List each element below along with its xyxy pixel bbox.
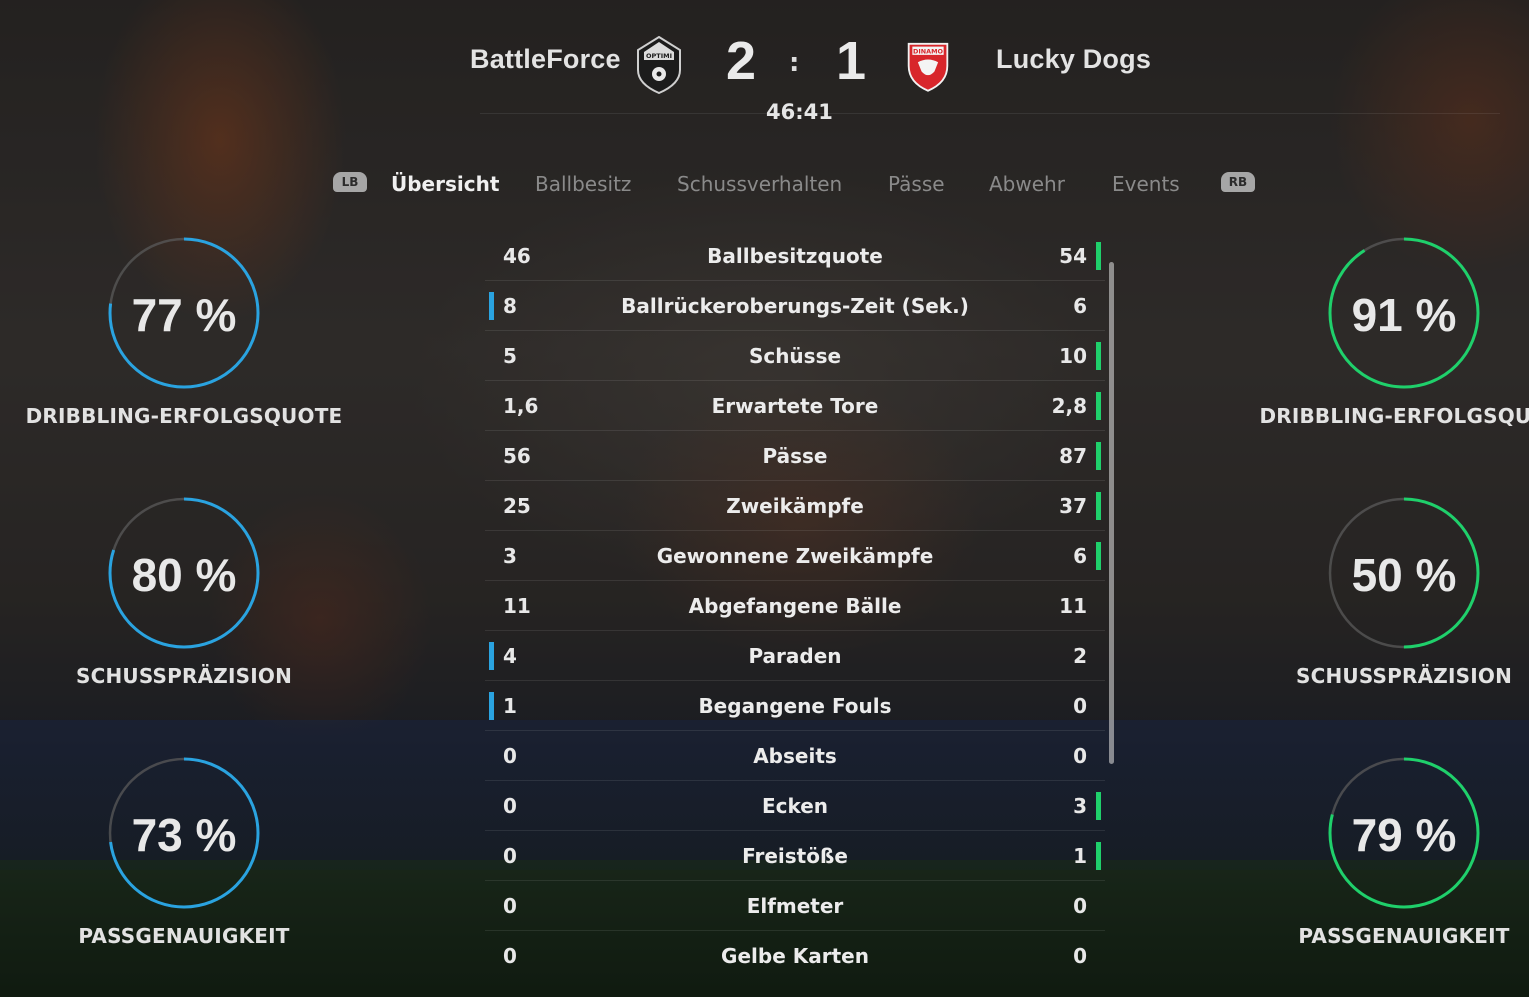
gauge-percent-value: 91 % [1351,289,1457,341]
home-stat-gauge: 77 % DRIBBLING-ERFOLGSQUOTE [4,236,364,476]
tab-events[interactable]: Events [1112,172,1180,196]
stat-label: Begangene Fouls [698,694,892,718]
stat-label: Abgefangene Bälle [688,594,902,618]
stat-away-value: 0 [1073,744,1087,768]
stats-tab-bar: LB Übersicht Ballbesitz Schussverhalten … [0,166,1529,202]
svg-text:DINAMO: DINAMO [913,48,944,56]
svg-text:OPTIMI: OPTIMI [646,52,672,60]
stat-row: 0 Ecken 3 [485,781,1105,831]
stat-label: Abseits [753,744,837,768]
home-team-crest: OPTIMI [637,36,681,94]
stat-row: 4 Paraden 2 [485,631,1105,681]
stat-row: 1 Begangene Fouls 0 [485,681,1105,731]
stat-label: Erwartete Tore [711,394,879,418]
gauge-label: DRIBBLING-ERFOLGSQUO [1259,404,1529,428]
away-stat-gauge: 50 % SCHUSSPRÄZISION [1224,496,1529,736]
stat-away-value: 2,8 [1051,394,1087,418]
score-separator: : [789,48,800,78]
stat-label: Paraden [748,644,842,668]
gauge-percent-value: 80 % [131,549,237,601]
stat-row: 0 Elfmeter 0 [485,881,1105,931]
match-clock: 46:41 [766,100,833,124]
stat-away-value: 37 [1059,494,1087,518]
stat-label: Ballrückeroberungs-Zeit (Sek.) [621,294,969,318]
gauge-label: SCHUSSPRÄZISION [1295,664,1513,688]
stats-scrollbar[interactable] [1109,262,1114,764]
stats-list: 46 Ballbesitzquote 54 8 Ballrückeroberungs-Z… [485,231,1105,980]
stat-away-value: 11 [1059,594,1087,618]
tab-schussverhalten[interactable]: Schussverhalten [677,172,842,196]
rb-bumper-icon[interactable]: RB [1221,172,1255,192]
stat-away-value: 0 [1073,944,1087,968]
gauge-label: PASSGENAUIGKEIT [78,924,290,948]
stat-away-value: 10 [1059,344,1087,368]
stat-row: 0 Gelbe Karten 0 [485,931,1105,980]
stat-row: 46 Ballbesitzquote 54 [485,231,1105,281]
gauge-label: SCHUSSPRÄZISION [75,664,293,688]
home-stat-gauge: 73 % PASSGENAUIGKEIT [4,756,364,996]
tab-paesse[interactable]: Pässe [888,172,945,196]
stat-label: Gewonnene Zweikämpfe [656,544,934,568]
stat-away-value: 3 [1073,794,1087,818]
stat-row: 8 Ballrückeroberungs-Zeit (Sek.) 6 [485,281,1105,331]
stat-away-value: 6 [1073,544,1087,568]
gauge-percent-value: 73 % [131,809,237,861]
stat-away-value: 0 [1073,894,1087,918]
stat-label: Elfmeter [746,894,844,918]
tab-uebersicht[interactable]: Übersicht [391,172,499,196]
tab-ballbesitz[interactable]: Ballbesitz [535,172,631,196]
stat-label: Zweikämpfe [726,494,864,518]
gauge-label: DRIBBLING-ERFOLGSQUOTE [25,404,343,428]
away-team-name: Lucky Dogs [996,44,1152,74]
stat-row: 11 Abgefangene Bälle 11 [485,581,1105,631]
stat-row: 1,6 Erwartete Tore 2,8 [485,381,1105,431]
stat-label: Freistöße [742,844,848,868]
stat-row: 0 Abseits 0 [485,731,1105,781]
stat-row: 56 Pässe 87 [485,431,1105,481]
stat-label: Gelbe Karten [721,944,869,968]
gauge-percent-value: 79 % [1351,809,1457,861]
stat-away-value: 87 [1059,444,1087,468]
stat-away-value: 2 [1073,644,1087,668]
match-header: BattleForce OPTIMI 2 : 1 DINAMO Lucky Do… [0,0,1529,130]
gauge-percent-value: 77 % [131,289,237,341]
away-team-crest: DINAMO [907,42,949,92]
stat-row: 25 Zweikämpfe 37 [485,481,1105,531]
tab-abwehr[interactable]: Abwehr [989,172,1065,196]
stat-row: 5 Schüsse 10 [485,331,1105,381]
home-stat-gauge: 80 % SCHUSSPRÄZISION [4,496,364,736]
lb-bumper-icon[interactable]: LB [333,172,367,192]
stat-away-value: 1 [1073,844,1087,868]
stat-away-value: 6 [1073,294,1087,318]
gauge-percent-value: 50 % [1351,549,1457,601]
stat-label: Schüsse [748,344,842,368]
away-stat-gauge: 79 % PASSGENAUIGKEIT [1224,756,1529,996]
stat-away-value: 0 [1073,694,1087,718]
stat-label: Ballbesitzquote [707,244,883,268]
stat-label: Pässe [762,444,828,468]
gauge-label: PASSGENAUIGKEIT [1298,924,1510,948]
away-stat-gauge: 91 % DRIBBLING-ERFOLGSQUO [1224,236,1529,476]
stat-label: Ecken [761,794,829,818]
stat-row: 0 Freistöße 1 [485,831,1105,881]
away-score: 1 [836,31,867,91]
stat-away-value: 54 [1059,244,1087,268]
home-team-name: BattleForce [470,44,621,74]
stat-row: 3 Gewonnene Zweikämpfe 6 [485,531,1105,581]
header-divider [480,113,1500,114]
home-score: 2 [726,31,757,91]
